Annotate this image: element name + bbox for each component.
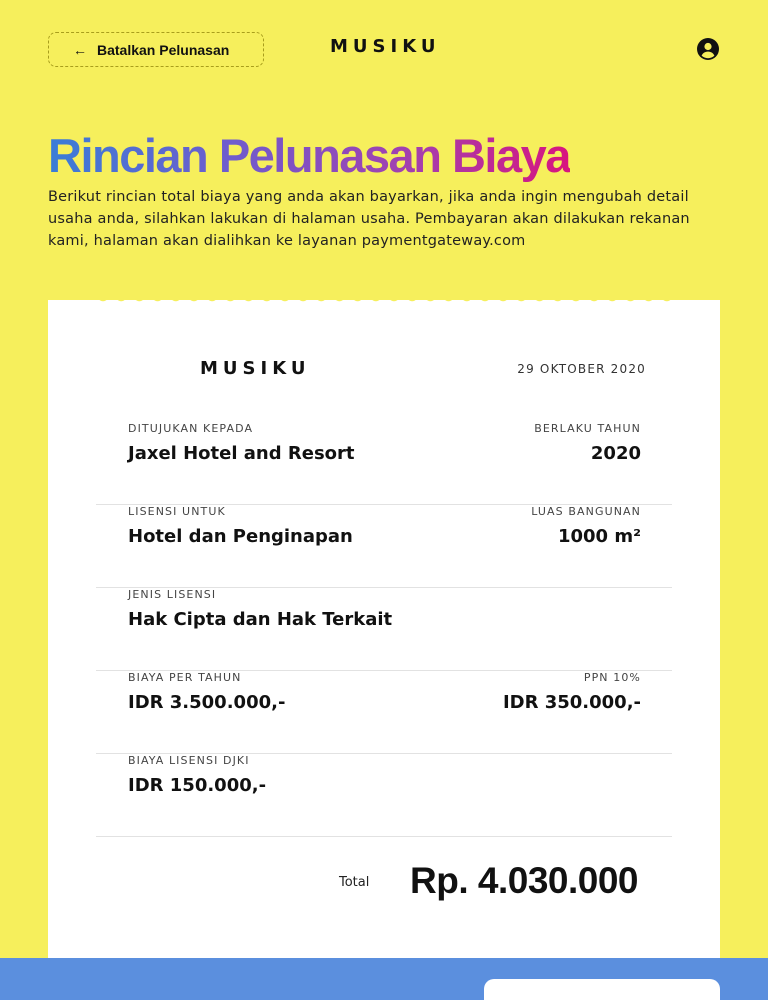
field-label: LISENSI UNTUK: [128, 505, 226, 518]
page-description: Berikut rincian total biaya yang anda ak…: [48, 189, 690, 249]
vat-field: PPN 10% IDR 350.000,-: [503, 671, 641, 715]
field-label: BIAYA LISENSI DJKI: [128, 754, 250, 767]
cancel-payment-label: Batalkan Pelunasan: [97, 41, 230, 58]
field-value: Jaxel Hotel and Resort: [128, 443, 355, 464]
field-label: PPN 10%: [583, 671, 641, 684]
receipt-card: MUSIKU 29 OKTOBER 2020 DITUJUKAN KEPADA …: [48, 296, 720, 1000]
annual-fee-field: BIAYA PER TAHUN IDR 3.500.000,-: [128, 671, 285, 715]
total-amount: Rp. 4.030.000: [410, 860, 638, 901]
receipt-row: JENIS LISENSI Hak Cipta dan Hak Terkait: [96, 588, 672, 671]
receipt-date: 29 OKTOBER 2020: [517, 362, 646, 376]
receipt-scalloped-edge: [94, 296, 674, 306]
field-value: IDR 150.000,-: [128, 775, 267, 796]
field-value: IDR 3.500.000,-: [128, 692, 286, 713]
field-label: BERLAKU TAHUN: [534, 422, 641, 435]
receipt-row: BIAYA PER TAHUN IDR 3.500.000,- PPN 10% …: [96, 671, 672, 754]
field-label: BIAYA PER TAHUN: [128, 671, 242, 684]
field-label: JENIS LISENSI: [128, 588, 217, 601]
field-value: 2020: [590, 443, 641, 464]
field-value: IDR 350.000,-: [502, 692, 641, 713]
valid-year-field: BERLAKU TAHUN 2020: [534, 422, 641, 466]
brand-logo[interactable]: MUSIKU: [330, 36, 440, 57]
receipt-row: LISENSI UNTUK Hotel dan Penginapan LUAS …: [96, 505, 672, 588]
field-value: Hotel dan Penginapan: [128, 526, 353, 547]
field-value: 1000 m²: [557, 526, 641, 547]
field-label: LUAS BANGUNAN: [531, 505, 641, 518]
bottom-action-card[interactable]: [484, 979, 720, 1000]
receipt-brand: MUSIKU: [200, 358, 311, 379]
arrow-left-icon: ←: [73, 41, 87, 58]
total-label: Total: [339, 875, 370, 890]
building-area-field: LUAS BANGUNAN 1000 m²: [531, 505, 641, 549]
license-type-field: JENIS LISENSI Hak Cipta dan Hak Terkait: [128, 588, 392, 632]
field-value: Hak Cipta dan Hak Terkait: [128, 609, 393, 630]
top-bar: ← Batalkan Pelunasan MUSIKU: [0, 0, 768, 100]
djki-license-fee-field: BIAYA LISENSI DJKI IDR 150.000,-: [128, 754, 266, 798]
recipient-field: DITUJUKAN KEPADA Jaxel Hotel and Resort: [128, 422, 355, 466]
user-account-icon[interactable]: [696, 37, 720, 61]
receipt-row: DITUJUKAN KEPADA Jaxel Hotel and Resort …: [96, 422, 672, 505]
license-for-field: LISENSI UNTUK Hotel dan Penginapan: [128, 505, 353, 549]
receipt-row: BIAYA LISENSI DJKI IDR 150.000,-: [96, 754, 672, 837]
cancel-payment-button[interactable]: ← Batalkan Pelunasan: [48, 32, 264, 67]
field-label: DITUJUKAN KEPADA: [128, 422, 254, 435]
page-title: Rincian Pelunasan Biaya: [48, 129, 571, 182]
